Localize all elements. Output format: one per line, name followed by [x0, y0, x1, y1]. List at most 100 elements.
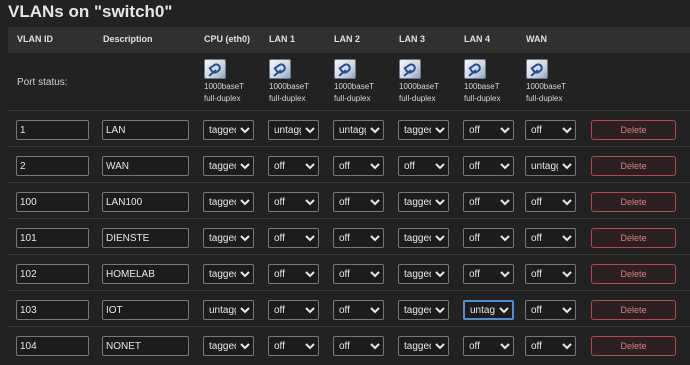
table-row: taggeduntaggedoff taggeduntaggedoff tagged… [0, 259, 690, 293]
port-membership-select[interactable]: taggeduntaggedoff [463, 192, 514, 212]
port-duplex: full-duplex [334, 94, 371, 103]
vlan-description-input[interactable] [102, 192, 189, 212]
port-membership-select[interactable]: taggeduntaggedoff [333, 192, 384, 212]
port-duplex: full-duplex [399, 94, 436, 103]
port-status-4: 100baseT full-duplex [464, 59, 528, 105]
network-port-icon [526, 59, 548, 79]
vlan-id-input[interactable] [16, 156, 89, 176]
port-membership-select[interactable]: taggeduntaggedoff [463, 156, 514, 176]
port-speed: 1000baseT [334, 82, 375, 91]
vlan-description-input[interactable] [102, 228, 189, 248]
port-membership-select[interactable]: taggeduntaggedoff [333, 156, 384, 176]
vlan-id-input[interactable] [16, 192, 89, 212]
port-membership-select[interactable]: taggeduntaggedoff [333, 120, 384, 140]
vlan-description-input[interactable] [102, 264, 189, 284]
port-membership-select[interactable]: taggeduntaggedoff [203, 300, 254, 320]
header-lan1: LAN 1 [269, 34, 296, 44]
port-membership-select[interactable]: taggeduntaggedoff [525, 156, 576, 176]
port-membership-select[interactable]: taggeduntaggedoff [203, 228, 254, 248]
network-port-icon [204, 59, 226, 79]
table-row: taggeduntaggedoff taggeduntaggedoff tagged… [0, 151, 690, 185]
row-divider [8, 182, 690, 183]
table-row: taggeduntaggedoff taggeduntaggedoff tagged… [0, 223, 690, 257]
table-row: taggeduntaggedoff taggeduntaggedoff tagged… [0, 115, 690, 149]
port-speed: 1000baseT [204, 82, 245, 91]
port-speed: 1000baseT [526, 82, 567, 91]
port-membership-select[interactable]: taggeduntaggedoff [333, 264, 384, 284]
delete-vlan-button[interactable]: Delete [591, 120, 676, 140]
row-divider [8, 218, 690, 219]
port-membership-select[interactable]: taggeduntaggedoff [525, 264, 576, 284]
vlan-id-input[interactable] [16, 120, 89, 140]
vlan-description-input[interactable] [102, 300, 189, 320]
vlan-description-input[interactable] [102, 120, 189, 140]
port-membership-select[interactable]: taggeduntaggedoff [333, 300, 384, 320]
port-duplex: full-duplex [204, 94, 241, 103]
port-membership-select[interactable]: taggeduntaggedoff [398, 228, 449, 248]
port-membership-select[interactable]: taggeduntaggedoff [525, 192, 576, 212]
port-duplex: full-duplex [526, 94, 563, 103]
table-row: taggeduntaggedoff taggeduntaggedoff tagged… [0, 295, 690, 329]
port-membership-select[interactable]: taggeduntaggedoff [268, 120, 319, 140]
port-duplex: full-duplex [464, 94, 501, 103]
port-status-5: 1000baseT full-duplex [526, 59, 590, 105]
delete-vlan-button[interactable]: Delete [591, 336, 676, 356]
header-cpu-eth0: CPU (eth0) [204, 34, 251, 44]
port-status-2: 1000baseT full-duplex [334, 59, 398, 105]
port-membership-select[interactable]: taggeduntaggedoff [333, 228, 384, 248]
port-membership-select[interactable]: taggeduntaggedoff [268, 264, 319, 284]
port-membership-select[interactable]: taggeduntaggedoff [203, 120, 254, 140]
table-row: taggeduntaggedoff taggeduntaggedoff tagged… [0, 187, 690, 221]
port-membership-select[interactable]: taggeduntaggedoff [525, 336, 576, 356]
table-row: taggeduntaggedoff taggeduntaggedoff tagged… [0, 331, 690, 365]
vlan-description-input[interactable] [102, 156, 189, 176]
row-divider [8, 290, 690, 291]
row-divider [8, 146, 690, 147]
port-membership-select[interactable]: taggeduntaggedoff [268, 300, 319, 320]
port-membership-select[interactable]: taggeduntaggedoff [268, 336, 319, 356]
port-membership-select[interactable]: taggeduntaggedoff [525, 228, 576, 248]
vlan-id-input[interactable] [16, 264, 89, 284]
port-membership-select[interactable]: taggeduntaggedoff [398, 264, 449, 284]
port-membership-select[interactable]: taggeduntaggedoff [398, 336, 449, 356]
delete-vlan-button[interactable]: Delete [591, 300, 676, 320]
row-divider [8, 110, 690, 111]
vlan-id-input[interactable] [16, 336, 89, 356]
delete-vlan-button[interactable]: Delete [591, 264, 676, 284]
header-vlan-id: VLAN ID [17, 34, 53, 44]
port-speed: 1000baseT [269, 82, 310, 91]
port-membership-select[interactable]: taggeduntaggedoff [463, 336, 514, 356]
network-port-icon [334, 59, 356, 79]
port-membership-select[interactable]: taggeduntaggedoff [203, 264, 254, 284]
delete-vlan-button[interactable]: Delete [591, 192, 676, 212]
port-membership-select[interactable]: taggeduntaggedoff [203, 336, 254, 356]
network-port-icon [269, 59, 291, 79]
port-membership-select[interactable]: taggeduntaggedoff [398, 300, 449, 320]
delete-vlan-button[interactable]: Delete [591, 228, 676, 248]
vlan-id-input[interactable] [16, 228, 89, 248]
port-membership-select[interactable]: taggeduntaggedoff [333, 336, 384, 356]
port-membership-select[interactable]: taggeduntaggedoff [268, 192, 319, 212]
port-membership-select[interactable]: taggeduntaggedoff [525, 300, 576, 320]
port-membership-select[interactable]: taggeduntaggedoff [398, 156, 449, 176]
port-membership-select[interactable]: taggeduntaggedoff [463, 300, 514, 320]
vlan-description-input[interactable] [102, 336, 189, 356]
port-membership-select[interactable]: taggeduntaggedoff [203, 156, 254, 176]
header-lan4: LAN 4 [464, 34, 491, 44]
port-membership-select[interactable]: taggeduntaggedoff [463, 264, 514, 284]
port-status-0: 1000baseT full-duplex [204, 59, 268, 105]
port-membership-select[interactable]: taggeduntaggedoff [463, 228, 514, 248]
port-membership-select[interactable]: taggeduntaggedoff [268, 156, 319, 176]
port-status-1: 1000baseT full-duplex [269, 59, 333, 105]
port-membership-select[interactable]: taggeduntaggedoff [398, 192, 449, 212]
port-membership-select[interactable]: taggeduntaggedoff [398, 120, 449, 140]
port-membership-select[interactable]: taggeduntaggedoff [525, 120, 576, 140]
port-membership-select[interactable]: taggeduntaggedoff [203, 192, 254, 212]
vlan-id-input[interactable] [16, 300, 89, 320]
row-divider [8, 326, 690, 327]
port-membership-select[interactable]: taggeduntaggedoff [463, 120, 514, 140]
delete-vlan-button[interactable]: Delete [591, 156, 676, 176]
port-membership-select[interactable]: taggeduntaggedoff [268, 228, 319, 248]
header-lan3: LAN 3 [399, 34, 426, 44]
page-title: VLANs on "switch0" [8, 2, 173, 21]
